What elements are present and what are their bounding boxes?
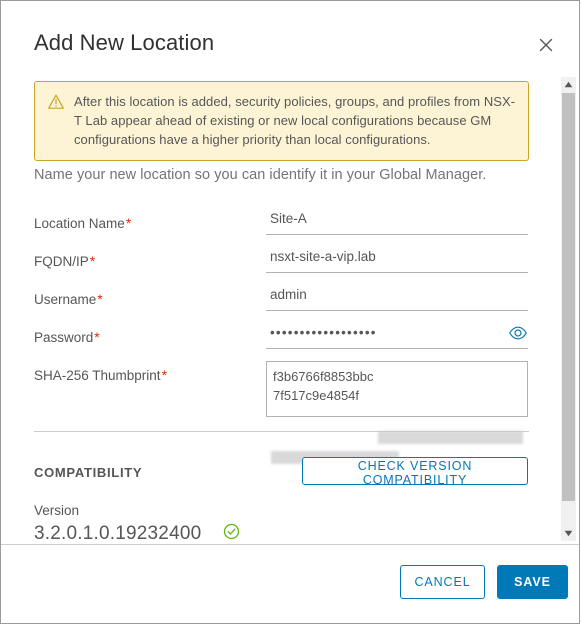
scrollbar-track[interactable] — [561, 92, 576, 526]
location-name-label: Location Name* — [34, 215, 131, 231]
vertical-scrollbar[interactable] — [561, 77, 576, 541]
section-divider — [34, 431, 529, 432]
scrollbar-thumb[interactable] — [562, 93, 575, 501]
caret-down-icon[interactable] — [561, 526, 576, 541]
intro-text: Name your new location so you can identi… — [34, 167, 487, 183]
form-row-fqdn-ip: FQDN/IP* — [1, 247, 549, 285]
required-marker: * — [94, 329, 100, 345]
fqdn-ip-label: FQDN/IP* — [34, 253, 95, 269]
required-marker: * — [97, 291, 103, 307]
add-new-location-dialog: Add New Location After this location is … — [0, 0, 580, 624]
caret-up-icon[interactable] — [561, 77, 576, 92]
username-label: Username* — [34, 291, 103, 307]
username-input[interactable] — [266, 285, 528, 311]
version-label: Version — [34, 503, 80, 518]
required-marker: * — [161, 367, 168, 383]
dialog-body: After this location is added, security p… — [1, 73, 579, 546]
version-value: 3.2.0.1.0.19232400 — [34, 523, 202, 544]
username-label-text: Username — [34, 292, 97, 307]
page-title: Add New Location — [34, 30, 215, 55]
warning-alert-text: After this location is added, security p… — [74, 94, 516, 147]
close-icon[interactable] — [535, 34, 557, 56]
location-name-input[interactable] — [266, 209, 528, 235]
form-row-password: Password* — [1, 323, 549, 361]
location-name-label-text: Location Name — [34, 216, 125, 231]
save-button[interactable]: SAVE — [497, 565, 568, 599]
thumbprint-label-text: SHA-256 Thumbprint — [34, 368, 161, 383]
fqdn-ip-input[interactable] — [266, 247, 528, 273]
location-form: Location Name* FQDN/IP* — [1, 209, 549, 429]
form-row-thumbprint: SHA-256 Thumbprint* f3b6766f8853bbc 7f51… — [1, 361, 549, 429]
cancel-button[interactable]: CANCEL — [400, 565, 485, 599]
thumbprint-label: SHA-256 Thumbprint* — [34, 367, 167, 383]
redaction-block — [378, 431, 523, 444]
fqdn-ip-label-text: FQDN/IP — [34, 254, 89, 269]
form-row-username: Username* — [1, 285, 549, 323]
thumbprint-input[interactable]: f3b6766f8853bbc 7f517c9e4854f — [266, 361, 528, 417]
password-input[interactable] — [266, 323, 528, 349]
password-label: Password* — [34, 329, 100, 345]
required-marker: * — [125, 215, 132, 231]
dialog-footer: CANCEL SAVE — [1, 544, 579, 623]
warning-triangle-icon — [47, 93, 65, 111]
password-label-text: Password — [34, 330, 94, 345]
check-version-compatibility-button[interactable]: CHECK VERSION COMPATIBILITY — [302, 457, 528, 487]
required-marker: * — [89, 253, 96, 269]
eye-icon[interactable] — [508, 323, 528, 343]
form-row-location-name: Location Name* — [1, 209, 549, 247]
dialog-header: Add New Location — [1, 1, 579, 73]
check-circle-icon — [223, 523, 240, 540]
warning-alert: After this location is added, security p… — [34, 81, 529, 161]
compatibility-heading: COMPATIBILITY — [34, 465, 143, 480]
